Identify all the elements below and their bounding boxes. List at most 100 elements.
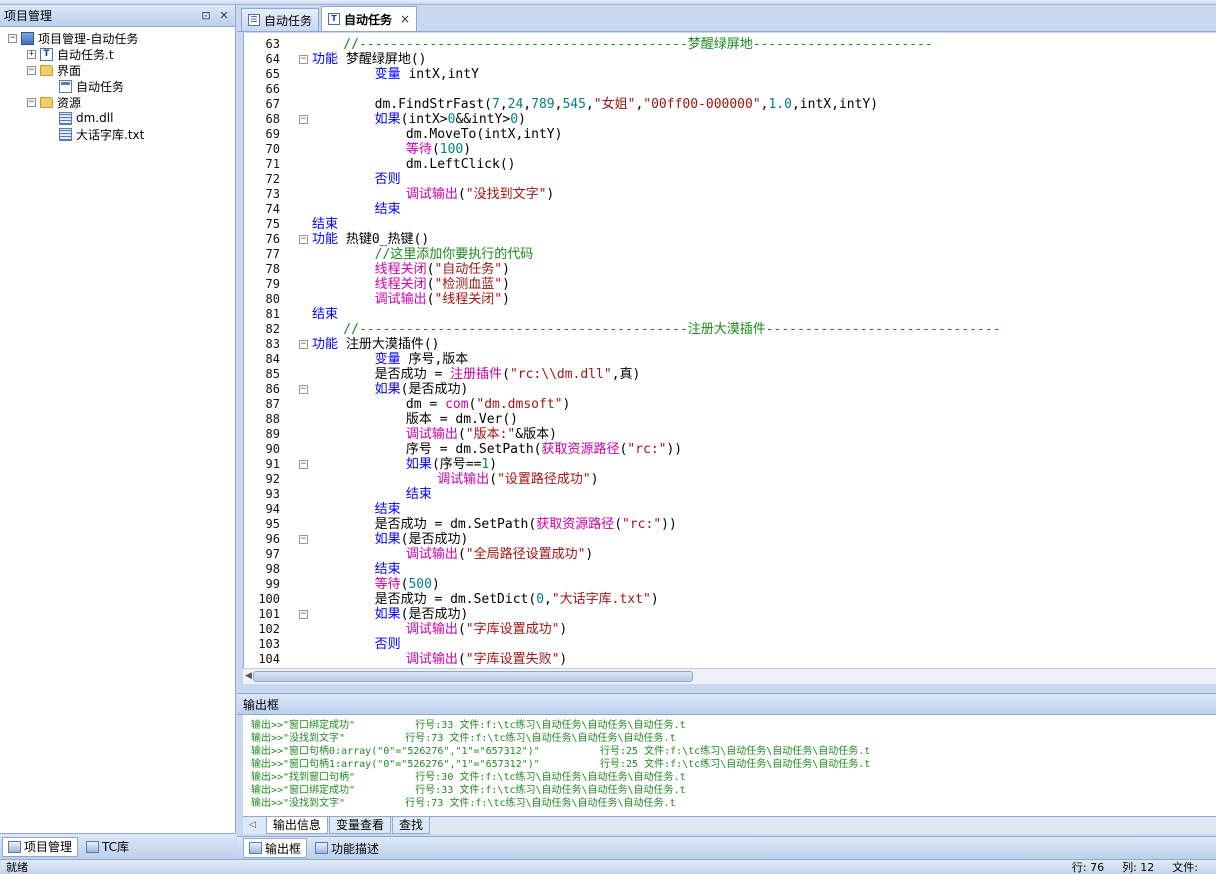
code-line[interactable]: dm.FindStrFast(7,24,789,545,"女姐","00ff00…	[312, 97, 1216, 112]
tab-output-info[interactable]: 输出信息	[265, 817, 328, 834]
code-line[interactable]: 如果(序号==1)	[312, 457, 1216, 472]
tree-node[interactable]: − 资源	[0, 94, 235, 110]
tree-node[interactable]: 自动任务	[0, 78, 235, 94]
code-line[interactable]: 如果(是否成功)	[312, 607, 1216, 622]
code-line[interactable]: 如果(是否成功)	[312, 532, 1216, 547]
code-line[interactable]: 功能 注册大漠插件()	[312, 337, 1216, 352]
tab-code-file[interactable]: T 自动任务 ×	[321, 6, 418, 31]
code-line[interactable]: //--------------------------------------…	[312, 37, 1216, 52]
library-icon	[86, 840, 100, 853]
tab-project-manager[interactable]: 项目管理	[2, 836, 79, 857]
tree-node-label: 项目管理-自动任务	[38, 31, 139, 46]
code-token: //这里添加你要执行的代码	[312, 247, 534, 262]
code-line[interactable]: 版本 = dm.Ver()	[312, 412, 1216, 427]
close-icon[interactable]: ✕	[217, 9, 231, 22]
code-line[interactable]: 线程关闭("自动任务")	[312, 262, 1216, 277]
fold-toggle-icon[interactable]: −	[299, 115, 308, 124]
code-line[interactable]: 结束	[312, 502, 1216, 517]
pin-icon[interactable]: ⊡	[199, 9, 213, 22]
code-line[interactable]: 调试输出("字库设置失败")	[312, 652, 1216, 667]
fold-toggle-icon[interactable]: −	[299, 460, 308, 469]
fold-toggle-icon[interactable]: −	[299, 55, 308, 64]
close-tab-icon[interactable]: ×	[400, 12, 410, 26]
code-line[interactable]: 如果(intX>0&&intY>0)	[312, 112, 1216, 127]
code-line[interactable]: dm.MoveTo(intX,intY)	[312, 127, 1216, 142]
code-line[interactable]: 变量 intX,intY	[312, 67, 1216, 82]
expand-icon[interactable]: +	[27, 49, 36, 59]
output-log[interactable]: 输出>>"窗口绑定成功" 行号:33 文件:f:\tc练习\自动任务\自动任务\…	[243, 715, 1216, 816]
tab-function-description[interactable]: 功能描述	[309, 838, 385, 858]
tab-tc-library[interactable]: TC库	[80, 837, 135, 857]
tab-output-box[interactable]: 输出框	[243, 838, 308, 858]
code-line[interactable]: 调试输出("没找到文字")	[312, 187, 1216, 202]
code-line[interactable]: 变量 序号,版本	[312, 352, 1216, 367]
code-line[interactable]: 否则	[312, 172, 1216, 187]
tree-node[interactable]: − 界面	[0, 62, 235, 78]
fold-toggle-icon[interactable]: −	[299, 340, 308, 349]
code-token: 调试输出	[405, 622, 458, 637]
collapse-icon[interactable]: −	[27, 97, 36, 107]
collapse-icon[interactable]: −	[27, 65, 36, 75]
code-line[interactable]: 结束	[312, 217, 1216, 232]
fold-slot: −	[297, 232, 311, 247]
code-line[interactable]: 结束	[312, 562, 1216, 577]
code-line[interactable]: 结束	[312, 202, 1216, 217]
fold-slot	[297, 517, 311, 532]
code-token: 变量	[374, 352, 401, 367]
code-line[interactable]: dm.LeftClick()	[312, 157, 1216, 172]
fold-toggle-icon[interactable]: −	[299, 610, 308, 619]
horizontal-scrollbar[interactable]: ◀	[243, 668, 1216, 684]
code-line[interactable]: 结束	[312, 307, 1216, 322]
code-line[interactable]	[312, 82, 1216, 97]
code-line[interactable]: 功能 梦醒绿屏地()	[312, 52, 1216, 67]
code-line[interactable]: //这里添加你要执行的代码	[312, 247, 1216, 262]
code-line[interactable]: 是否成功 = dm.SetDict(0,"大话字库.txt")	[312, 592, 1216, 607]
code-token: ,	[499, 97, 508, 112]
tab-label: 自动任务	[344, 12, 393, 27]
code-line[interactable]: 等待(500)	[312, 577, 1216, 592]
line-number: 94	[265, 502, 280, 516]
code-line[interactable]: 功能 热键0_热键()	[312, 232, 1216, 247]
tree-node[interactable]: dm.dll	[0, 110, 235, 126]
code-line[interactable]: 调试输出("全局路径设置成功")	[312, 547, 1216, 562]
code-line[interactable]: 等待(100)	[312, 142, 1216, 157]
tab-scroll-left-icon[interactable]: ◁	[249, 820, 256, 830]
fold-toggle-icon[interactable]: −	[299, 235, 308, 244]
code-line[interactable]: 序号 = dm.SetPath(获取资源路径("rc:"))	[312, 442, 1216, 457]
tree-node[interactable]: 大话字库.txt	[0, 126, 235, 142]
line-number: 78	[265, 262, 280, 276]
code-editor[interactable]: 63 64 65 66 67 68 69 70 71 72 73 74 75 76 77 78 79 80 81 82…	[243, 33, 1216, 668]
tab-form-designer[interactable]: ☰ 自动任务	[241, 8, 320, 31]
code-token: )	[590, 472, 599, 487]
fold-toggle-icon[interactable]: −	[299, 535, 308, 544]
code-line[interactable]: 结束	[312, 487, 1216, 502]
code-line[interactable]: //--------------------------------------…	[312, 322, 1216, 337]
code-line[interactable]: 是否成功 = 注册插件("rc:\\dm.dll",真)	[312, 367, 1216, 382]
code-token: com	[445, 397, 469, 412]
code-line[interactable]: 如果(是否成功)	[312, 382, 1216, 397]
scroll-left-icon[interactable]: ◀	[245, 671, 252, 681]
code-token: 是否成功 = dm.SetDict(	[312, 592, 537, 607]
fold-toggle-icon[interactable]: −	[299, 385, 308, 394]
tree-node[interactable]: − 项目管理-自动任务	[0, 30, 235, 46]
fold-slot	[297, 202, 311, 217]
code-line[interactable]: 调试输出("设置路径成功")	[312, 472, 1216, 487]
collapse-icon[interactable]: −	[8, 33, 17, 43]
code-line[interactable]: 调试输出("版本:"&版本)	[312, 427, 1216, 442]
tab-variable-watch[interactable]: 变量查看	[328, 817, 391, 834]
tree-node[interactable]: + T 自动任务.t	[0, 46, 235, 62]
tab-find[interactable]: 查找	[391, 817, 430, 834]
code-area[interactable]: //--------------------------------------…	[312, 37, 1216, 667]
code-line[interactable]: dm = com("dm.dmsoft")	[312, 397, 1216, 412]
fold-slot: −	[297, 112, 311, 127]
code-line[interactable]: 调试输出("字库设置成功")	[312, 622, 1216, 637]
scrollbar-thumb[interactable]	[253, 671, 693, 682]
code-line[interactable]: 线程关闭("检测血蓝")	[312, 277, 1216, 292]
code-token: (是否成功)	[400, 382, 469, 397]
code-line[interactable]: 是否成功 = dm.SetPath(获取资源路径("rc:"))	[312, 517, 1216, 532]
code-token: 序号,版本	[400, 352, 469, 367]
code-line[interactable]: 否则	[312, 637, 1216, 652]
code-line[interactable]: 调试输出("线程关闭")	[312, 292, 1216, 307]
